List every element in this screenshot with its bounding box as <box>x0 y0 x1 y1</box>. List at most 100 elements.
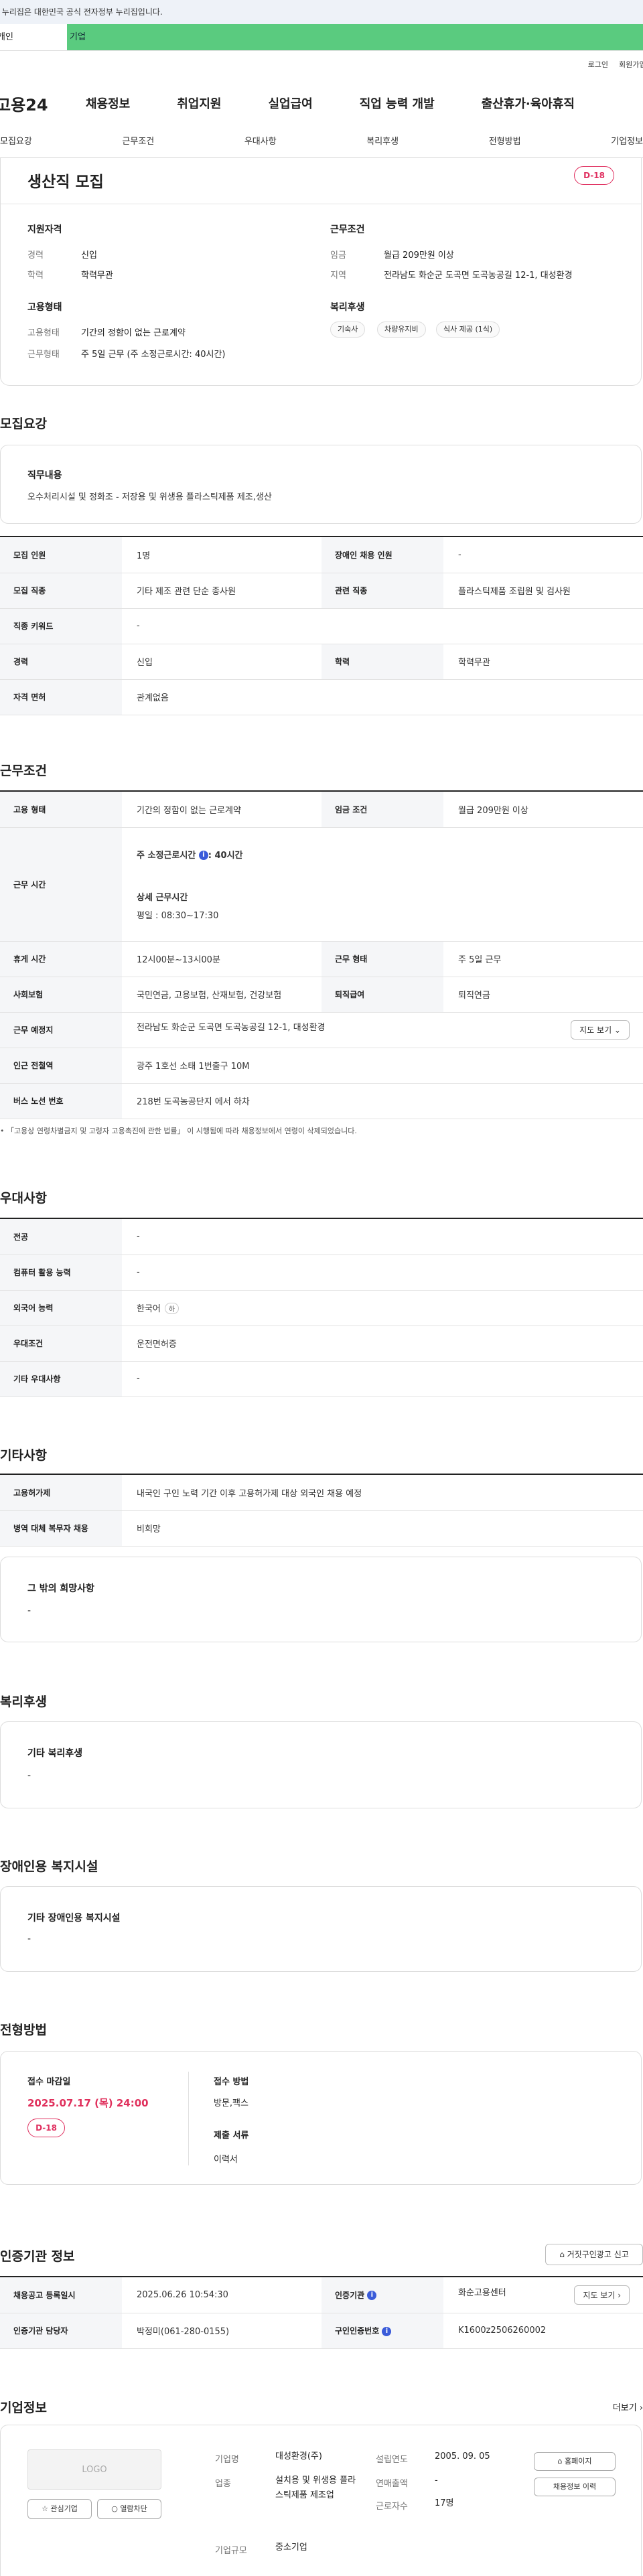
co-size-value: 중소기업 <box>275 2543 307 2553</box>
table-row: 사회보험 국민연금, 고용보험, 산재보험, 건강보험 퇴직급여 퇴직연금 <box>0 977 643 1013</box>
cell-label: 고용허가제 <box>0 1475 122 1511</box>
welfare-chip: 기숙사 <box>330 321 366 338</box>
table-row: 고용허가제 내국인 구인 노력 기간 이후 고용허가제 대상 외국인 채용 예정 <box>0 1475 643 1511</box>
info-icon[interactable]: i <box>382 2326 392 2336</box>
info-icon[interactable]: i <box>367 2291 377 2301</box>
language-value: 한국어 <box>137 1304 161 1314</box>
info-icon[interactable]: i <box>198 851 208 860</box>
work-place-value: 전라남도 화순군 도곡면 도곡농공길 12-1, 대성환경 <box>137 1023 326 1033</box>
cell-label: 자격 면허 <box>0 679 122 715</box>
other-wishes-heading: 그 밖의 희망사항 <box>27 1583 94 1594</box>
job-title: 생산직 모집 <box>27 173 104 191</box>
table-row: 버스 노선 번호 218번 도곡농공단지 에서 하차 <box>0 1083 643 1119</box>
cell-label: 직종 키워드 <box>0 608 122 644</box>
block-view-button[interactable]: ○ 열람차단 <box>97 2499 161 2519</box>
cell-value: 신입 <box>122 644 322 680</box>
table-row: 모집 인원 1명 장애인 채용 인원 - <box>0 537 643 573</box>
gov-notice-bar: 이 누리집은 대한민국 공식 전자정부 누리집입니다. <box>0 0 643 24</box>
anchor-recruit[interactable]: 모집요강 <box>0 134 32 157</box>
co-size-label: 기업규모 <box>215 2546 247 2556</box>
gnb-vocational-training[interactable]: 직업 능력 개발 <box>360 94 435 112</box>
page: 이 누리집은 대한민국 공식 전자정부 누리집입니다. 개인 기업 로그인 회원… <box>0 0 643 2576</box>
table-row: 모집 직종 기타 제조 관련 단순 종사원 관련 직종 플라스틱제품 조립원 및… <box>0 573 643 609</box>
cell-value: 화순고용센터 지도 보기 › <box>443 2277 643 2313</box>
selection-section-title: 전형방법 <box>0 2023 47 2037</box>
co-employees-value: 17명 <box>435 2498 454 2508</box>
qual-career-label: 경력 <box>27 251 44 261</box>
anchor-selection[interactable]: 전형방법 <box>489 134 521 157</box>
benefit-heading: 기타 복리후생 <box>27 1748 83 1759</box>
cell-label: 병역 대체 복무자 채용 <box>0 1510 122 1547</box>
cell-label: 경력 <box>0 644 122 680</box>
duty-text: 오수처리시설 및 정화조 - 저장용 및 위생용 플라스틱제품 제조,생산 <box>27 492 272 502</box>
cell-value: K1600z2506260002 <box>443 2313 643 2349</box>
anchor-pref[interactable]: 우대사항 <box>244 134 277 157</box>
company-logo-placeholder: LOGO <box>27 2449 161 2490</box>
cell-label: 사회보험 <box>0 977 122 1013</box>
language-level-badge: 하 <box>164 1303 180 1314</box>
map-view-button[interactable]: 지도 보기 ⌄ <box>571 1020 630 1040</box>
anchor-benefit[interactable]: 복리후생 <box>366 134 399 157</box>
emp-heading: 고용형태 <box>27 302 62 313</box>
cert-map-button[interactable]: 지도 보기 › <box>574 2285 630 2305</box>
detail-hours-label: 상세 근무시간 <box>137 892 188 903</box>
disabled-value: - <box>27 1934 31 1944</box>
cond-region-label: 지역 <box>330 271 346 281</box>
company-box: LOGO ☆ 관심기업 ○ 열람차단 기업명 대성환경(주) 업종 설치용 및 … <box>0 2425 642 2576</box>
table-row: 고용 형태 기간의 정함이 없는 근로계약 임금 조건 월급 209만원 이상 <box>0 792 643 828</box>
tab-company[interactable]: 기업 <box>67 24 643 50</box>
cell-value: - <box>122 608 643 644</box>
cell-label: 고용 형태 <box>0 792 122 828</box>
tab-personal[interactable]: 개인 <box>0 24 67 50</box>
cell-value: 12시00분~13시00분 <box>122 941 322 977</box>
co-name-label: 기업명 <box>215 2455 239 2465</box>
welfare-chip: 식사 제공 (1식) <box>436 321 500 338</box>
anchor-work[interactable]: 근무조건 <box>122 134 154 157</box>
pref-table: 전공 - 컴퓨터 활용 능력 - 외국어 능력 한국어 하 우대조건 운전면허증 기타 우… <box>0 1219 643 1397</box>
qual-edu-label: 학력 <box>27 271 44 281</box>
disabled-section-title: 장애인용 복지시설 <box>0 1859 98 1874</box>
false-ad-report-button[interactable]: ⌂ 거짓구인광고 신고 <box>545 2244 643 2265</box>
cell-label: 구인인증번호 i <box>322 2313 443 2349</box>
emp-type-value: 기간의 정함이 없는 근로계약 <box>81 328 186 338</box>
qual-career-value: 신입 <box>81 251 97 261</box>
emp-shift-value: 주 5일 근무 (주 소정근로시간: 40시간) <box>81 350 226 360</box>
gnb-employment-support[interactable]: 취업지원 <box>177 94 221 112</box>
cell-value: - <box>122 1219 643 1255</box>
section-anchor-nav: 모집요강 근무조건 우대사항 복리후생 전형방법 기업정보 <box>0 134 643 158</box>
cell-label: 모집 인원 <box>0 537 122 573</box>
anchor-company[interactable]: 기업정보 <box>611 134 643 157</box>
cell-label: 버스 노선 번호 <box>0 1083 122 1119</box>
cell-label: 임금 조건 <box>322 792 443 828</box>
gnb-jobs[interactable]: 채용정보 <box>86 94 130 112</box>
gnb-unemployment-benefit[interactable]: 실업급여 <box>269 94 313 112</box>
cell-label: 휴게 시간 <box>0 941 122 977</box>
cell-value: 국민연금, 고용보험, 산재보험, 건강보험 <box>122 977 322 1013</box>
cell-label: 채용공고 등록일시 <box>0 2277 122 2313</box>
signup-link[interactable]: 회원가입 <box>619 59 643 70</box>
table-row: 근무 시간 주 소정근로시간 i: 40시간 상세 근무시간 평일 : 08:3… <box>0 827 643 942</box>
gnb-parental-leave[interactable]: 출산휴가·육아휴직 <box>482 94 575 112</box>
job-history-button[interactable]: 채용정보 이력 <box>534 2478 616 2496</box>
company-section-title: 기업정보 <box>0 2401 47 2415</box>
job-summary-card: 생산직 모집 D-18 지원자격 경력 신입 학력 학력무관 근무조건 임금 월… <box>0 158 642 386</box>
cell-value: - <box>443 537 643 573</box>
homepage-button[interactable]: ⌂ 홈페이지 <box>534 2452 616 2471</box>
co-founded-value: 2005. 09. 05 <box>435 2451 490 2461</box>
table-row: 경력 신입 학력 학력무관 <box>0 644 643 680</box>
cell-value: 내국인 구인 노력 기간 이후 고용허가제 대상 외국인 채용 예정 <box>122 1475 643 1511</box>
method-value: 방문,팩스 <box>214 2098 248 2108</box>
cell-label: 근무 예정지 <box>0 1012 122 1048</box>
benefit-box: 기타 복리후생 - <box>0 1721 642 1808</box>
site-logo[interactable]: 고용24 <box>0 92 86 115</box>
dday-badge: D-18 <box>574 166 614 185</box>
company-more-link[interactable]: 더보기 › <box>613 2401 643 2413</box>
favorite-company-button[interactable]: ☆ 관심기업 <box>27 2499 92 2519</box>
table-row: 근무 예정지 전라남도 화순군 도곡면 도곡농공길 12-1, 대성환경 지도 … <box>0 1012 643 1048</box>
login-link[interactable]: 로그인 <box>588 59 608 70</box>
cell-label: 외국어 능력 <box>0 1290 122 1326</box>
gov-notice-text: 이 누리집은 대한민국 공식 전자정부 누리집입니다. <box>0 7 163 17</box>
co-name-value: 대성환경(주) <box>275 2451 322 2461</box>
cell-label: 퇴직급여 <box>322 977 443 1013</box>
cell-value: 기간의 정함이 없는 근로계약 <box>122 792 322 828</box>
